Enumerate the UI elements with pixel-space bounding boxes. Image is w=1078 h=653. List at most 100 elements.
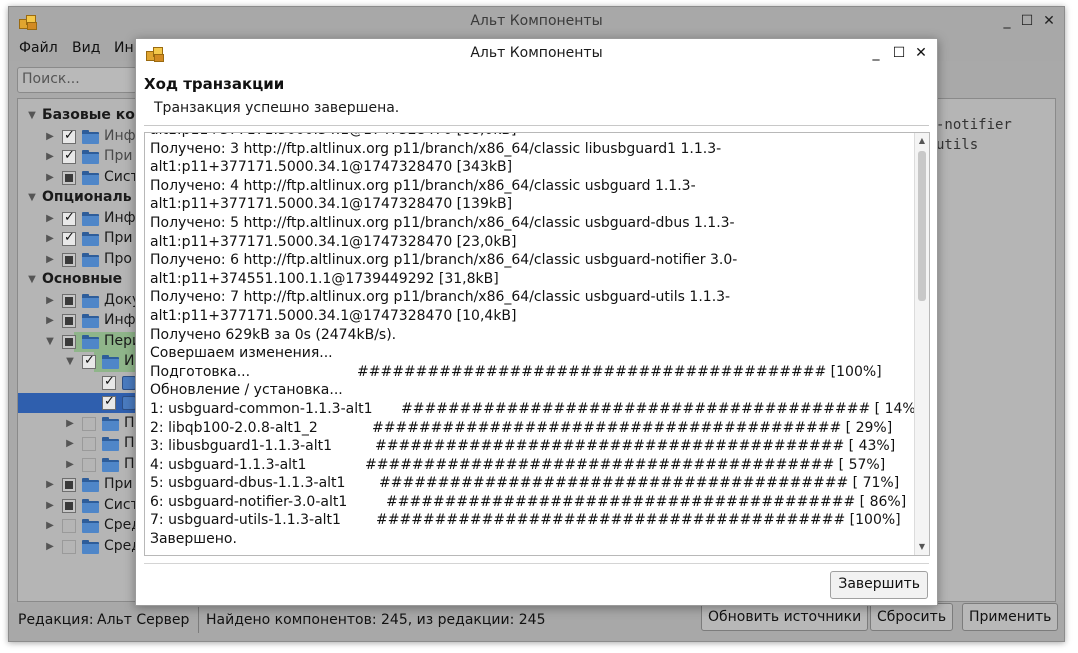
expand-right-icon[interactable]: ▶ [44, 147, 56, 167]
folder-icon [82, 252, 99, 267]
maximize-icon[interactable]: ☐ [889, 43, 909, 63]
component-checkbox[interactable] [82, 437, 96, 451]
tree-item[interactable]: ▶ Доку [18, 291, 141, 311]
close-icon[interactable]: ✕ [1039, 11, 1059, 31]
expand-right-icon[interactable]: ▶ [44, 209, 56, 229]
expand-right-icon[interactable]: ▶ [44, 496, 56, 516]
expand-right-icon[interactable]: ▶ [44, 127, 56, 147]
component-checkbox[interactable] [62, 498, 76, 513]
expand-right-icon[interactable]: ▶ [64, 414, 76, 434]
component-checkbox[interactable] [62, 539, 76, 554]
tree-group[interactable]: ▼ Основные [18, 270, 141, 290]
log-line: Получено: 5 http://ftp.altlinux.org p11/… [150, 214, 910, 233]
log-line: Обновление / установка... [150, 381, 910, 400]
log-line-text: 7: usbguard-utils-1.1.3-alt1 [150, 512, 341, 529]
finish-button[interactable]: Завершить [830, 571, 928, 599]
log-scrollbar[interactable]: ▲ ▼ [914, 133, 929, 555]
main-window-title: Альт Компоненты [470, 13, 603, 29]
tree-item[interactable]: ▶ Инф [18, 311, 141, 331]
minimize-icon[interactable]: _ [866, 43, 886, 63]
component-checkbox[interactable] [62, 210, 76, 226]
component-checkbox[interactable] [62, 252, 76, 267]
expand-right-icon[interactable]: ▶ [44, 229, 56, 249]
component-checkbox[interactable] [62, 519, 76, 533]
menu-tools[interactable]: Ин [114, 40, 134, 56]
tree-item[interactable] [18, 393, 141, 413]
tree-item[interactable]: ▶ Сред [18, 537, 141, 557]
folder-icon [82, 478, 99, 492]
maximize-icon[interactable]: ☐ [1017, 11, 1037, 31]
tree-item[interactable]: ▶ Инф [18, 127, 141, 147]
expand-right-icon[interactable]: ▶ [44, 537, 56, 557]
expand-right-icon[interactable]: ▶ [44, 475, 56, 495]
expand-right-icon[interactable]: ▶ [44, 168, 56, 188]
component-checkbox[interactable] [62, 170, 76, 185]
apply-button[interactable]: Применить [962, 603, 1059, 631]
log-line-text: Получено: 7 http://ftp.altlinux.org p11/… [150, 289, 731, 306]
tree-item[interactable]: ▶ Инф [18, 209, 141, 229]
component-checkbox[interactable] [102, 394, 116, 410]
tree-group[interactable]: ▼ Базовые ко [18, 106, 141, 126]
folder-icon [82, 170, 99, 185]
component-checkbox[interactable] [62, 334, 76, 349]
minimize-icon[interactable]: _ [997, 11, 1017, 31]
tree-item[interactable]: ▶ При [18, 475, 141, 495]
component-checkbox[interactable] [82, 353, 96, 369]
tree-item[interactable]: ▶ При [18, 147, 141, 167]
log-line-text: Получено 629kB за 0s (2474kB/s). [150, 326, 397, 343]
package-icon [122, 375, 136, 390]
tree-item[interactable]: ▶ Сист [18, 168, 141, 188]
component-checkbox[interactable] [62, 293, 76, 308]
component-checkbox[interactable] [62, 314, 76, 328]
folder-icon [82, 150, 99, 164]
tree-item[interactable]: ▶ П [18, 455, 141, 475]
expand-down-icon[interactable]: ▼ [64, 352, 76, 372]
status-separator [198, 607, 199, 633]
expand-down-icon[interactable]: ▼ [44, 332, 56, 352]
scroll-thumb[interactable] [918, 151, 926, 301]
log-line: alt1:p11+377171.5000.34.1@1747328470 [34… [150, 158, 910, 177]
component-checkbox[interactable] [82, 416, 96, 431]
tree-item[interactable]: ▶ Про [18, 250, 141, 270]
scroll-down-icon[interactable]: ▼ [915, 540, 929, 554]
expand-right-icon[interactable]: ▶ [64, 455, 76, 475]
tree-item[interactable]: ▶ Сред [18, 516, 141, 536]
expand-right-icon[interactable]: ▶ [44, 291, 56, 311]
folder-icon [82, 498, 99, 513]
expand-right-icon[interactable]: ▶ [44, 516, 56, 536]
close-icon[interactable]: ✕ [911, 43, 931, 63]
tree-item[interactable]: ▶ Сист [18, 496, 141, 516]
component-checkbox[interactable] [62, 128, 76, 144]
tree-item[interactable]: ▶ При [18, 229, 141, 249]
package-icon [122, 396, 136, 410]
tree-item-label: Инф [104, 209, 136, 226]
tree-item-label: П [124, 414, 135, 431]
expand-right-icon[interactable]: ▶ [44, 250, 56, 270]
expand-down-icon[interactable]: ▼ [26, 270, 38, 290]
transaction-log[interactable]: alt1:p11+377171.5000.34.1@1747328470 [88… [144, 132, 930, 556]
tree-item[interactable]: ▼ Пери [46, 331, 141, 352]
tree-item[interactable]: ▶ П [18, 434, 141, 454]
expand-down-icon[interactable]: ▼ [26, 188, 38, 208]
tree-item[interactable] [18, 373, 141, 393]
expand-right-icon[interactable]: ▶ [44, 311, 56, 331]
expand-right-icon[interactable]: ▶ [64, 434, 76, 454]
edition-value: Альт Сервер [97, 612, 190, 628]
component-checkbox[interactable] [62, 148, 76, 164]
scroll-up-icon[interactable]: ▲ [915, 134, 929, 148]
component-checkbox[interactable] [62, 230, 76, 246]
component-checkbox[interactable] [102, 374, 116, 390]
component-checkbox[interactable] [62, 478, 76, 492]
component-checkbox[interactable] [82, 457, 96, 472]
components-count: Найдено компонентов: 245, из редакции: 2… [206, 612, 546, 628]
components-tree[interactable]: ▼Базовые ко▶Инф▶При▶Сист▼Опциональ▶Инф▶П… [17, 98, 142, 602]
tree-item-label: Базовые ко [42, 107, 135, 123]
update-sources-button[interactable]: Обновить источники [701, 603, 869, 631]
tree-item[interactable]: ▶ П [18, 414, 141, 434]
tree-group[interactable]: ▼ Опциональ [18, 188, 141, 208]
reset-button[interactable]: Сбросить [870, 603, 954, 631]
menu-file[interactable]: Файл [19, 40, 58, 56]
menu-view[interactable]: Вид [72, 40, 100, 56]
expand-down-icon[interactable]: ▼ [26, 106, 38, 126]
search-input[interactable]: Поиск... [17, 67, 137, 93]
